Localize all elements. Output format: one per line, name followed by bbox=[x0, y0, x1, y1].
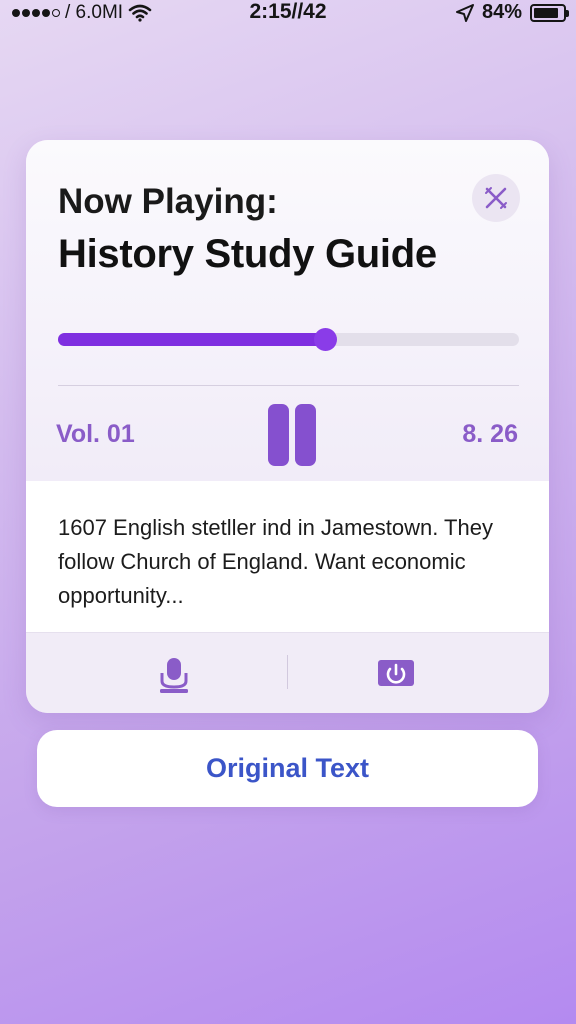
transcript-text: 1607 English stetller ind in Jamestown. … bbox=[58, 515, 493, 608]
close-button[interactable] bbox=[472, 174, 520, 222]
progress-bar[interactable] bbox=[58, 328, 519, 351]
pause-button[interactable] bbox=[266, 404, 322, 466]
battery-fill bbox=[534, 7, 558, 18]
power-button[interactable] bbox=[376, 658, 416, 688]
now-playing-card: Now Playing: History Study Guide Vol. 01… bbox=[26, 140, 549, 713]
status-bar: / 6.0MI 2:15//42 84% bbox=[0, 0, 576, 26]
divider bbox=[58, 385, 519, 386]
microphone-icon bbox=[160, 658, 188, 693]
battery-icon bbox=[530, 3, 569, 22]
location-arrow-icon bbox=[455, 3, 474, 22]
now-playing-label: Now Playing: bbox=[58, 182, 278, 221]
power-icon bbox=[378, 660, 414, 686]
track-title: History Study Guide bbox=[58, 232, 437, 276]
volume-label: Vol. 01 bbox=[56, 420, 135, 448]
card-actions bbox=[26, 632, 549, 713]
action-divider bbox=[287, 655, 288, 689]
transcript-panel: 1607 English stetller ind in Jamestown. … bbox=[26, 481, 549, 632]
progress-knob[interactable] bbox=[314, 328, 338, 351]
status-right: 84% bbox=[455, 1, 569, 24]
battery-percent: 84% bbox=[481, 1, 522, 23]
elapsed-time: 8. 26 bbox=[462, 420, 518, 448]
close-icon bbox=[485, 187, 507, 209]
microphone-button[interactable] bbox=[154, 655, 194, 695]
original-text-button[interactable]: Original Text bbox=[37, 730, 538, 807]
card-header: Now Playing: History Study Guide Vol. 01… bbox=[26, 140, 549, 481]
progress-fill bbox=[58, 333, 326, 346]
